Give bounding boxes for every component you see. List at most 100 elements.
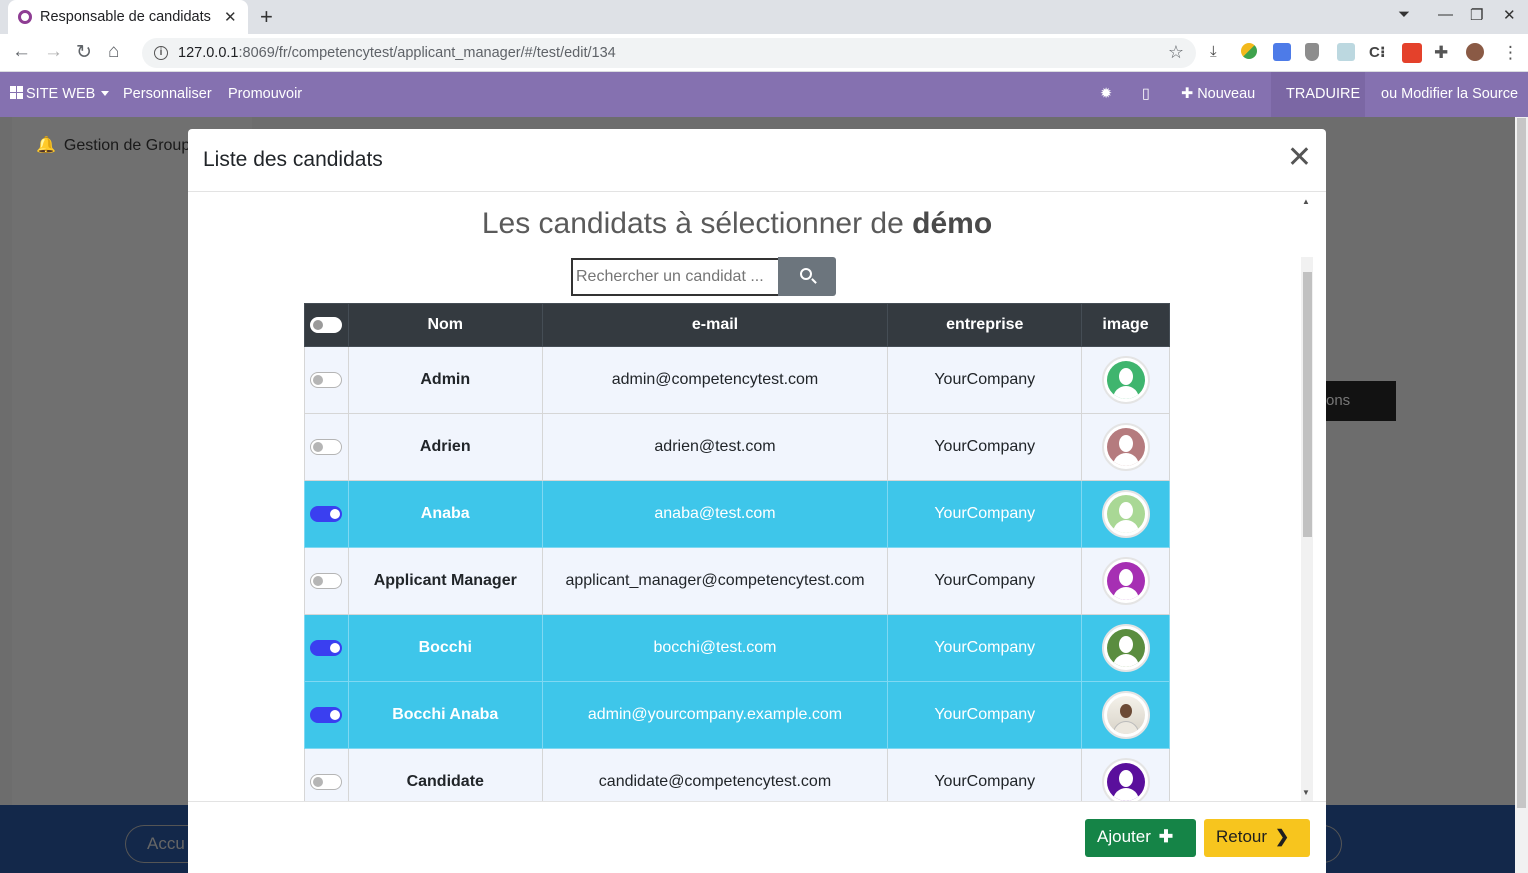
avatar xyxy=(1101,691,1150,739)
site-web-label: SITE WEB xyxy=(26,86,96,102)
new-label: Nouveau xyxy=(1197,86,1256,102)
shield-icon[interactable] xyxy=(1305,43,1319,61)
avatar xyxy=(1101,490,1150,538)
avatar xyxy=(1101,423,1150,471)
row-select-toggle[interactable] xyxy=(310,371,343,388)
row-select-toggle[interactable] xyxy=(310,572,343,589)
avatar xyxy=(1101,624,1150,672)
avatar xyxy=(1101,356,1150,404)
search-icon xyxy=(800,268,812,280)
candidate-image-cell xyxy=(1081,614,1170,682)
scroll-up-icon[interactable]: ▲ xyxy=(1302,197,1310,206)
promouvoir-menu[interactable]: Promouvoir xyxy=(228,86,302,102)
row-select-cell xyxy=(304,614,349,682)
back-button[interactable]: Retour ❯ xyxy=(1204,819,1310,857)
menu-dots-icon[interactable]: ⋮ xyxy=(1502,43,1520,62)
heading-text: Les candidats à sélectionner de xyxy=(481,207,913,240)
row-select-toggle[interactable] xyxy=(310,505,343,522)
modal-scrollbar-thumb[interactable] xyxy=(1303,272,1312,537)
row-select-cell xyxy=(304,413,349,481)
tab-search-icon[interactable]: ⏷ xyxy=(1398,6,1410,23)
add-button[interactable]: Ajouter ✚ xyxy=(1085,819,1196,857)
row-select-toggle[interactable] xyxy=(310,639,343,656)
restore-icon[interactable]: ❐ xyxy=(1470,6,1483,24)
table-row[interactable]: Admin admin@competencytest.com YourCompany xyxy=(304,346,1170,414)
close-icon[interactable]: ✕ xyxy=(1287,143,1312,173)
bell-icon: 🔔 xyxy=(36,137,56,154)
edit-source-link[interactable]: ou Modifier la Source xyxy=(1381,86,1518,102)
back-arrow-icon[interactable]: ← xyxy=(12,41,31,63)
candidate-email: candidate@competencytest.com xyxy=(541,748,889,801)
scroll-down-icon[interactable]: ▼ xyxy=(1302,788,1310,797)
table-row[interactable]: Candidate candidate@competencytest.com You… xyxy=(304,748,1170,801)
modal-title: Liste des candidats xyxy=(203,148,383,171)
table-header: Nom e-mail entreprise image xyxy=(304,303,1170,347)
candidate-email: applicant_manager@competencytest.com xyxy=(541,547,889,615)
heading-bold: démo xyxy=(912,207,993,240)
background-action-button: ons xyxy=(1316,381,1396,421)
search-button[interactable] xyxy=(778,257,836,296)
site-web-menu[interactable]: SITE WEB xyxy=(10,86,110,102)
profile-avatar[interactable] xyxy=(1466,43,1484,61)
translate-button[interactable]: TRADUIRE xyxy=(1286,86,1360,102)
candidate-email: admin@competencytest.com xyxy=(541,346,889,414)
url-host: 127.0.0.1 xyxy=(178,45,239,61)
site-info-icon[interactable]: i xyxy=(154,46,168,60)
reload-icon[interactable]: ↻ xyxy=(76,41,92,64)
column-header-name: Nom xyxy=(347,303,543,347)
select-all-toggle[interactable] xyxy=(310,316,343,333)
row-select-toggle[interactable] xyxy=(310,706,343,723)
forward-arrow-icon[interactable]: → xyxy=(44,41,63,63)
download-icon[interactable]: ⤓ xyxy=(1210,43,1228,61)
candidate-company: YourCompany xyxy=(887,346,1083,414)
table-row[interactable]: Bocchi bocchi@test.com YourCompany xyxy=(304,614,1170,682)
personnaliser-menu[interactable]: Personnaliser xyxy=(123,86,212,102)
candidate-company: YourCompany xyxy=(887,614,1083,682)
candidate-company: YourCompany xyxy=(887,480,1083,548)
table-row[interactable]: Adrien adrien@test.com YourCompany xyxy=(304,413,1170,481)
bookmark-star-icon[interactable]: ☆ xyxy=(1168,42,1184,63)
code-extension-icon[interactable]: C⁝ xyxy=(1369,43,1387,61)
browser-tab[interactable]: Responsable de candidats ✕ xyxy=(8,0,248,34)
candidate-image-cell xyxy=(1081,547,1170,615)
extension-icon[interactable] xyxy=(1241,43,1257,59)
table-row[interactable]: Bocchi Anaba admin@yourcompany.example.co… xyxy=(304,681,1170,749)
add-label: Ajouter xyxy=(1097,827,1151,846)
extension-icon[interactable] xyxy=(1337,43,1355,61)
url-field[interactable]: i 127.0.0.1:8069/fr/competencytest/appli… xyxy=(142,38,1196,68)
candidate-email: bocchi@test.com xyxy=(541,614,889,682)
candidate-email: admin@yourcompany.example.com xyxy=(541,681,889,749)
search-input[interactable] xyxy=(571,258,779,296)
new-tab-icon[interactable]: + xyxy=(260,4,273,30)
new-button[interactable]: ✚ Nouveau xyxy=(1181,86,1255,102)
translate-icon[interactable] xyxy=(1273,43,1291,61)
table-row[interactable]: Anaba anaba@test.com YourCompany xyxy=(304,480,1170,548)
row-select-cell xyxy=(304,547,349,615)
group-management-link[interactable]: 🔔 Gestion de Groupe xyxy=(36,135,199,155)
address-bar: ← → ↻ ⌂ i 127.0.0.1:8069/fr/competencyte… xyxy=(0,34,1528,72)
window-close-icon[interactable]: ✕ xyxy=(1503,6,1516,24)
page-scrollbar-thumb[interactable] xyxy=(1517,118,1526,808)
candidate-image-cell xyxy=(1081,413,1170,481)
candidate-image-cell xyxy=(1081,748,1170,801)
minimize-icon[interactable]: — xyxy=(1438,6,1453,23)
puzzle-icon[interactable]: ✚ xyxy=(1434,43,1452,62)
row-select-cell xyxy=(304,681,349,749)
table-row[interactable]: Applicant Manager applicant_manager@compe… xyxy=(304,547,1170,615)
chevron-right-icon: ❯ xyxy=(1275,827,1290,846)
candidate-name: Bocchi Anaba xyxy=(347,681,543,749)
off-extension-icon[interactable] xyxy=(1402,43,1422,63)
candidate-company: YourCompany xyxy=(887,748,1083,801)
mobile-preview-icon[interactable]: ▯ xyxy=(1142,86,1150,102)
page-heading: Les candidats à sélectionner de démo xyxy=(188,207,1286,241)
row-select-cell xyxy=(304,480,349,548)
home-icon[interactable]: ⌂ xyxy=(108,41,119,63)
tab-close-icon[interactable]: ✕ xyxy=(224,8,237,26)
candidate-name: Anaba xyxy=(347,480,543,548)
debug-bug-icon[interactable]: ✹ xyxy=(1100,86,1112,102)
row-select-toggle[interactable] xyxy=(310,773,343,790)
row-select-toggle[interactable] xyxy=(310,438,343,455)
column-header-company: entreprise xyxy=(887,303,1083,347)
candidate-name: Applicant Manager xyxy=(347,547,543,615)
odoo-favicon-icon xyxy=(18,10,32,24)
